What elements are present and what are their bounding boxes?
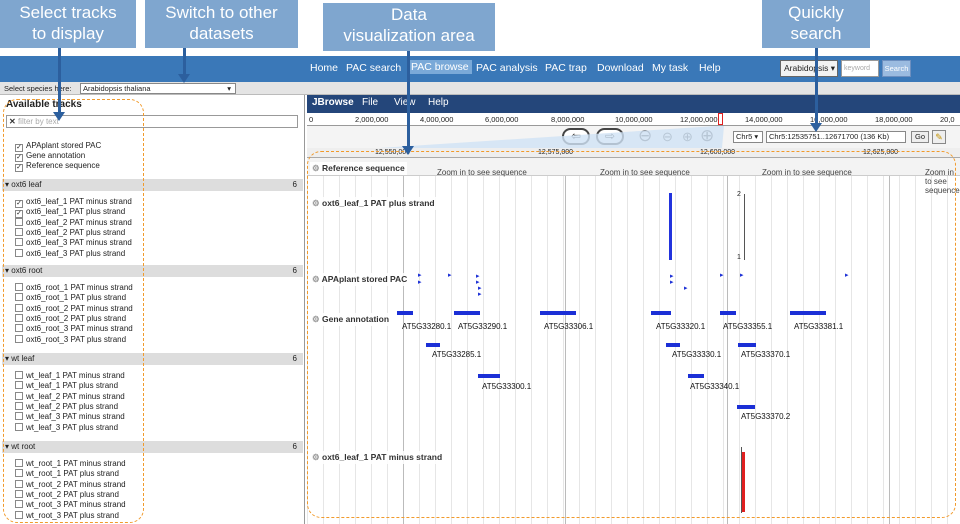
arrow-search — [815, 48, 818, 123]
keyword-input[interactable]: keyword — [841, 60, 879, 77]
tracks-highlight — [3, 99, 144, 523]
section-count: 6 — [292, 442, 297, 451]
species-dropdown[interactable]: Arabidopsis ▾ — [780, 60, 838, 77]
arrow-datasets-head — [178, 74, 190, 83]
arrow-viz — [407, 51, 410, 146]
section-count: 6 — [292, 354, 297, 363]
arrow-datasets — [183, 48, 186, 74]
species-select-value: Arabidopsis thaliana — [83, 84, 151, 93]
viz-highlight — [307, 151, 956, 518]
ruler-tick: 0 — [309, 115, 314, 124]
nav-pac-trap[interactable]: PAC trap — [545, 62, 587, 74]
ruler-tick: 20,0 — [940, 115, 955, 124]
search-button[interactable]: Search — [882, 60, 911, 77]
location-input[interactable]: Chr5:12535751..12671700 (136 Kb) — [766, 131, 906, 143]
jbrowse-brand: JBrowse — [312, 97, 354, 108]
arrow-tracks-head — [53, 112, 65, 121]
nav-download[interactable]: Download — [597, 62, 644, 74]
species-label: Select species here: — [4, 84, 72, 93]
chevron-down-icon: ▾ — [227, 84, 231, 93]
nav-pac-search[interactable]: PAC search — [346, 62, 401, 74]
menu-view[interactable]: View — [394, 97, 416, 108]
callout-data-viz: Data visualization area — [323, 3, 495, 51]
section-count: 6 — [292, 180, 297, 189]
zoom-trapezoid — [380, 126, 724, 148]
arrow-search-head — [810, 123, 822, 132]
species-select[interactable]: Arabidopsis thaliana ▾ — [80, 83, 236, 94]
menu-file[interactable]: File — [362, 97, 378, 108]
nav-help[interactable]: Help — [699, 62, 721, 74]
section-count: 6 — [292, 266, 297, 275]
nav-my-task[interactable]: My task — [652, 62, 688, 74]
ruler-tick: 18,000,000 — [875, 115, 913, 124]
menu-help[interactable]: Help — [428, 97, 449, 108]
nav-home[interactable]: Home — [310, 62, 338, 74]
ruler-tick: 14,000,000 — [745, 115, 783, 124]
nav-pac-analysis[interactable]: PAC analysis — [476, 62, 538, 74]
highlight-icon[interactable]: ✎ — [932, 130, 946, 144]
go-button[interactable]: Go — [911, 131, 929, 143]
callout-select-tracks: Select tracks to display — [0, 0, 136, 48]
callout-switch-datasets: Switch to other datasets — [145, 0, 298, 48]
arrow-tracks — [58, 48, 61, 114]
nav-pac-browse[interactable]: PAC browse — [408, 60, 472, 74]
callout-quick-search: Quickly search — [762, 0, 870, 48]
arrow-viz-head — [402, 146, 414, 155]
